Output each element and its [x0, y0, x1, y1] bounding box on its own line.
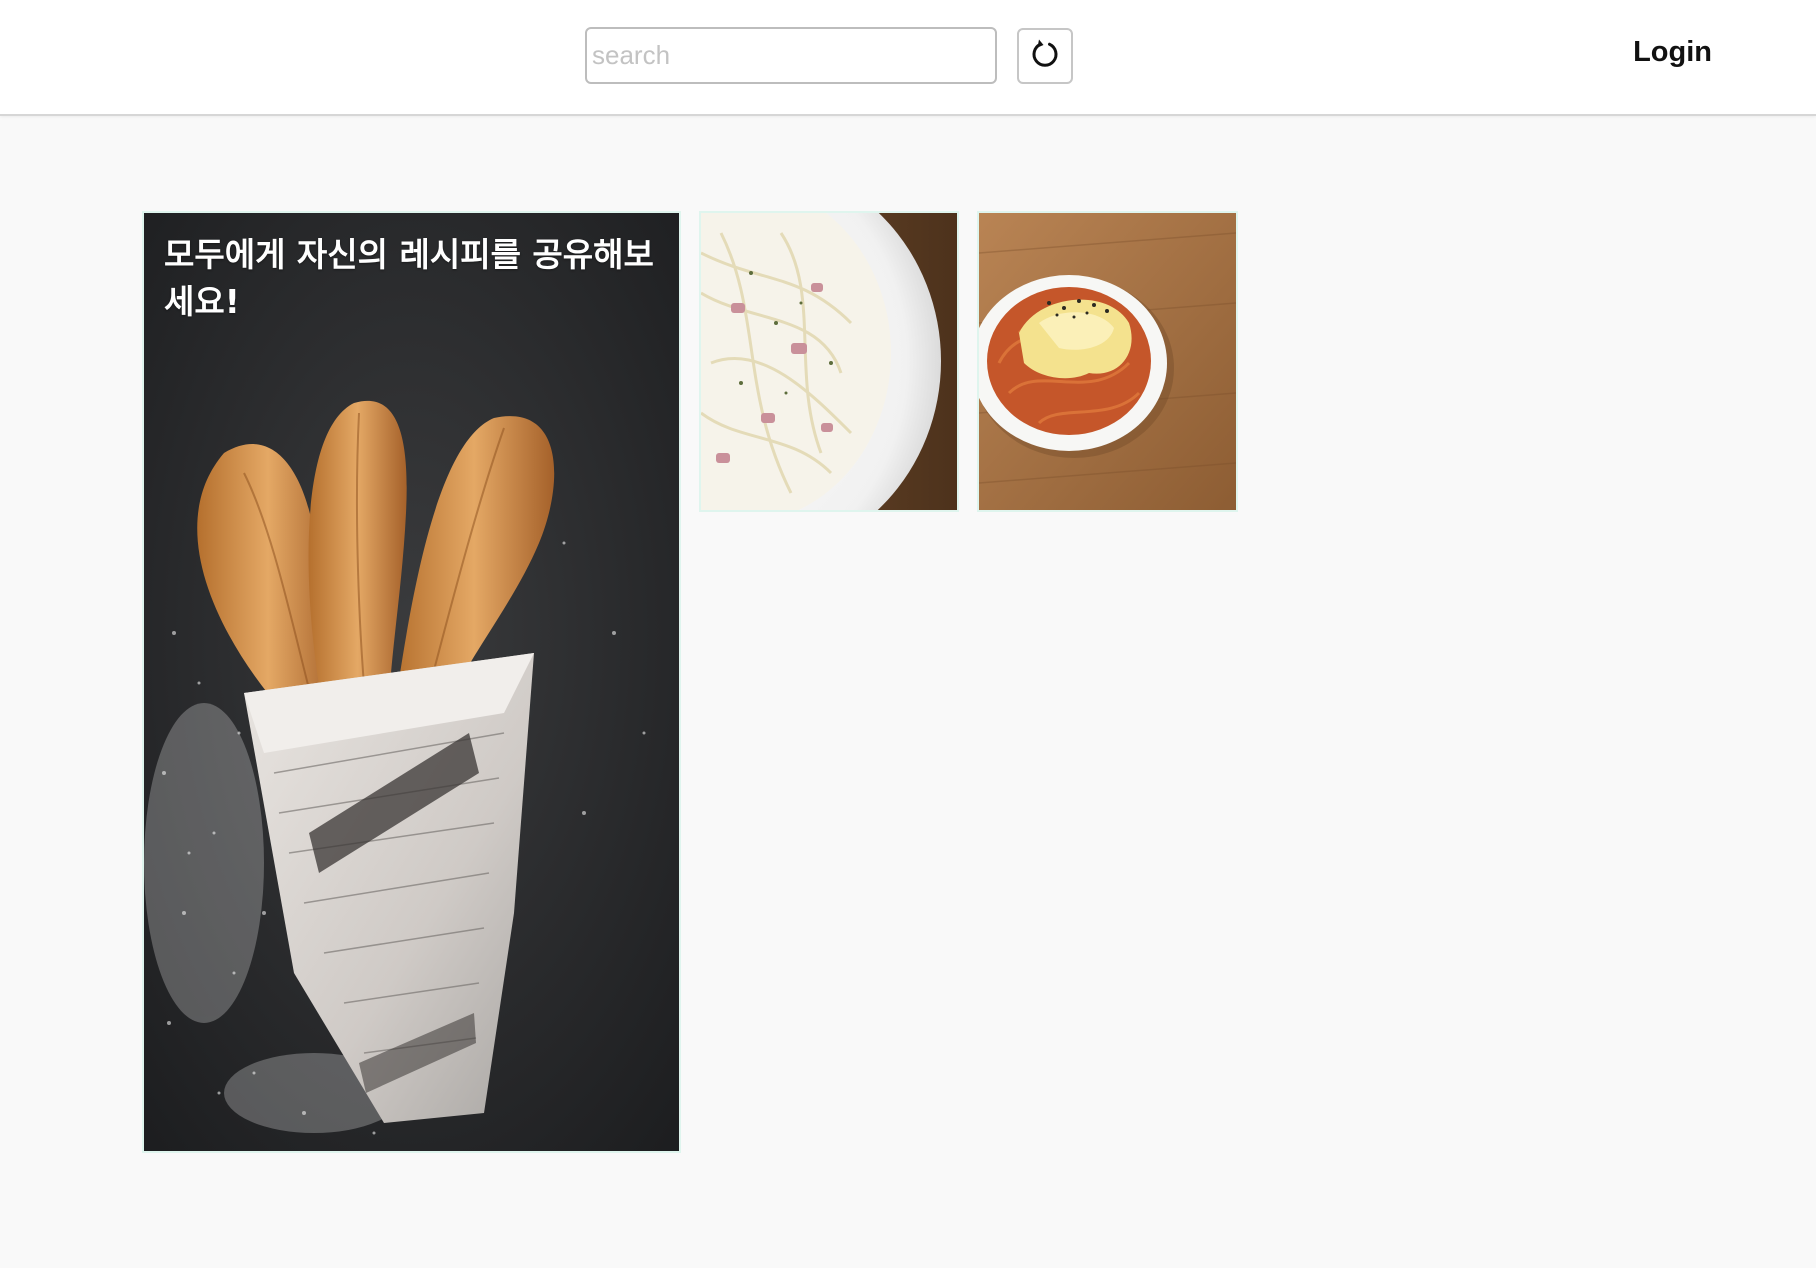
cheese-noodles-image [979, 213, 1236, 510]
churros-image [144, 213, 679, 1151]
login-button[interactable]: Login [1592, 36, 1712, 76]
featured-recipe-card[interactable]: 모두에게 자신의 레시피를 공유해보세요! [142, 211, 681, 1153]
refresh-icon [1028, 37, 1062, 75]
top-navigation-bar: Login [0, 0, 1816, 116]
featured-headline: 모두에게 자신의 레시피를 공유해보세요! [164, 235, 654, 321]
search-input[interactable] [585, 27, 997, 84]
recipe-card-pasta[interactable] [699, 211, 959, 512]
cream-pasta-image [701, 213, 957, 510]
refresh-button[interactable] [1017, 28, 1073, 84]
recipe-card-noodles[interactable] [977, 211, 1238, 512]
